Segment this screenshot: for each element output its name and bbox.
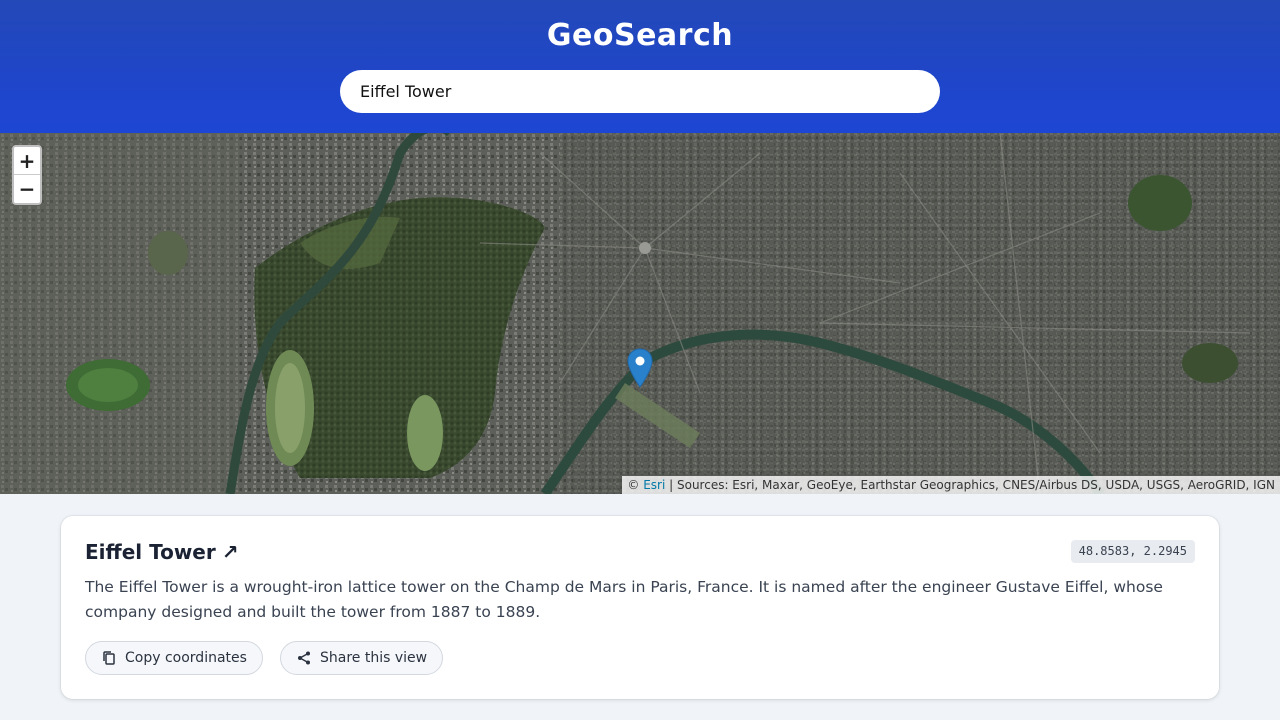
zoom-control: + −	[12, 145, 42, 205]
copy-icon	[103, 651, 115, 665]
header: GeoSearch	[0, 0, 1280, 133]
esri-link[interactable]: Esri	[643, 478, 665, 492]
share-view-button[interactable]: Share this view	[280, 641, 444, 675]
place-title-link[interactable]: Eiffel Tower ↗	[85, 540, 239, 564]
map-attribution: © Esri | Sources: Esri, Maxar, GeoEye, E…	[622, 476, 1280, 494]
attribution-prefix: ©	[627, 478, 644, 492]
zoom-in-button[interactable]: +	[14, 147, 40, 175]
copy-coordinates-button[interactable]: Copy coordinates	[85, 641, 263, 675]
search-input[interactable]	[340, 70, 940, 113]
map-pin-icon[interactable]	[627, 348, 653, 388]
attribution-sources: | Sources: Esri, Maxar, GeoEye, Earthsta…	[665, 478, 1275, 492]
external-link-icon: ↗	[221, 540, 239, 564]
share-icon	[298, 651, 310, 665]
place-description: The Eiffel Tower is a wrought-iron latti…	[85, 578, 1163, 621]
zoom-out-button[interactable]: −	[14, 175, 40, 203]
coordinates-badge: 48.8583, 2.2945	[1070, 540, 1195, 563]
result-card: Eiffel Tower ↗ 48.8583, 2.2945 The Eiffel…	[61, 516, 1219, 699]
satellite-imagery	[0, 133, 1280, 494]
share-view-label: Share this view	[320, 650, 428, 666]
app-title: GeoSearch	[546, 18, 734, 53]
map-view[interactable]: + − © Esri | Sources: Esri, Maxar, GeoEy…	[0, 133, 1280, 494]
place-title: Eiffel Tower	[85, 540, 216, 564]
copy-coordinates-label: Copy coordinates	[125, 650, 247, 666]
